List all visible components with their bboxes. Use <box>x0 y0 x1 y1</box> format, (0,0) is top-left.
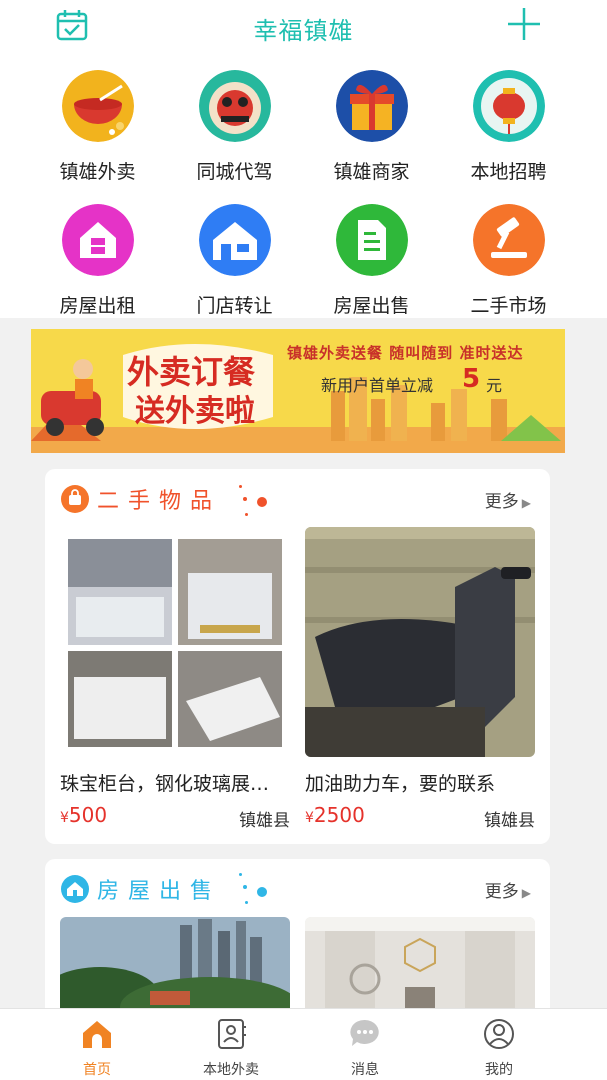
tab-label: 首页 <box>83 1062 111 1078</box>
grid-item-driver[interactable]: 同城代驾 <box>166 64 303 188</box>
product-image[interactable] <box>305 527 535 757</box>
section-title: 二手物品 <box>97 489 222 514</box>
grid-item-takeout[interactable]: 镇雄外卖 <box>29 64 166 188</box>
tab-messages[interactable]: 消息 <box>298 1009 432 1080</box>
product-title[interactable]: 珠宝柜台，钢化玻璃展… <box>60 769 290 796</box>
svg-text:送外卖啦: 送外卖啦 <box>135 394 255 428</box>
price-value: 2500 <box>313 803 365 827</box>
house-icon <box>61 875 89 903</box>
grid-item-secondhand[interactable]: 二手市场 <box>440 198 577 322</box>
house-image[interactable] <box>60 917 290 1019</box>
contacts-book-icon <box>218 1019 246 1049</box>
gift-icon <box>336 70 408 142</box>
grid-item-house-sale[interactable]: 房屋出售 <box>303 198 440 322</box>
tab-takeout[interactable]: 本地外卖 <box>164 1009 298 1080</box>
tab-label: 本地外卖 <box>203 1062 259 1078</box>
section-title: 房屋出售 <box>97 879 222 904</box>
grid-label: 门店转让 <box>196 295 273 317</box>
more-link[interactable]: 更多 ▶ <box>485 877 531 902</box>
product-title[interactable]: 加油助力车，要的联系 <box>305 769 535 796</box>
promo-banner[interactable]: 外卖订餐 送外卖啦 镇雄外卖送餐 随叫随到 准时送达 新用户首单立减 5 元 <box>31 329 565 453</box>
banner-title: 镇雄外卖送餐 随叫随到 准时送达 <box>287 344 524 362</box>
more-link[interactable]: 更多 ▶ <box>485 487 531 512</box>
top-section: 幸福镇雄 镇雄外卖 同城代驾 镇雄商家 本地招聘 房屋出租 门店转让 房屋出售 … <box>0 0 607 318</box>
banner-subtitle: 新用户首单立减 <box>321 376 434 395</box>
product-location: 镇雄县 <box>484 811 535 831</box>
chat-bubble-icon <box>350 1019 379 1046</box>
food-bowl-icon <box>62 70 134 142</box>
grid-label: 房屋出售 <box>333 295 410 317</box>
header: 幸福镇雄 <box>0 0 607 52</box>
house-sale-section: 房屋出售 更多 ▶ <box>45 859 550 1019</box>
grid-label: 房屋出租 <box>59 295 136 317</box>
secondhand-section: 二手物品 更多 ▶ 珠宝柜台，钢化玻璃展… ¥500 镇雄县 加油助力车，要的联… <box>45 469 550 844</box>
section-header: 二手物品 更多 ▶ <box>61 483 531 516</box>
currency-symbol: ¥ <box>305 810 314 826</box>
house-image[interactable] <box>305 917 535 1019</box>
tab-label: 我的 <box>485 1062 513 1078</box>
product-image[interactable] <box>60 527 290 757</box>
grid-item-store-transfer[interactable]: 门店转让 <box>166 198 303 322</box>
home-icon <box>83 1021 111 1048</box>
tab-label: 消息 <box>351 1062 379 1078</box>
grid-item-jobs[interactable]: 本地招聘 <box>440 64 577 188</box>
user-icon <box>484 1019 514 1049</box>
bag-icon <box>61 485 89 513</box>
grid-label: 同城代驾 <box>196 161 273 183</box>
banner-discount: 5 <box>462 364 481 394</box>
more-label: 更多 <box>484 492 519 512</box>
grid-label: 二手市场 <box>470 295 547 317</box>
grid-label: 镇雄商家 <box>333 161 410 183</box>
price-value: 500 <box>68 803 108 827</box>
plus-icon[interactable] <box>506 6 542 42</box>
store-icon <box>199 204 271 276</box>
house-doc-icon <box>336 204 408 276</box>
triangle-right-icon: ▶ <box>521 886 531 900</box>
bottom-tab-bar: 首页 本地外卖 消息 我的 <box>0 1008 607 1080</box>
currency-symbol: ¥ <box>60 810 69 826</box>
house-rent-icon <box>62 204 134 276</box>
lantern-icon <box>473 70 545 142</box>
auction-hammer-icon <box>473 204 545 276</box>
grid-item-rent[interactable]: 房屋出租 <box>29 198 166 322</box>
section-header: 房屋出售 更多 ▶ <box>61 873 531 904</box>
svg-text:外卖订餐: 外卖订餐 <box>127 354 256 390</box>
tab-profile[interactable]: 我的 <box>432 1009 566 1080</box>
product-location: 镇雄县 <box>239 811 290 831</box>
product-price: ¥2500 <box>305 803 365 827</box>
triangle-right-icon: ▶ <box>521 496 531 510</box>
grid-item-merchants[interactable]: 镇雄商家 <box>303 64 440 188</box>
product-price: ¥500 <box>60 803 107 827</box>
grid-label: 本地招聘 <box>470 161 547 183</box>
grid-label: 镇雄外卖 <box>59 161 136 183</box>
more-label: 更多 <box>484 882 519 902</box>
tab-home[interactable]: 首页 <box>30 1009 164 1080</box>
driver-icon <box>199 70 271 142</box>
banner-unit: 元 <box>486 376 503 395</box>
